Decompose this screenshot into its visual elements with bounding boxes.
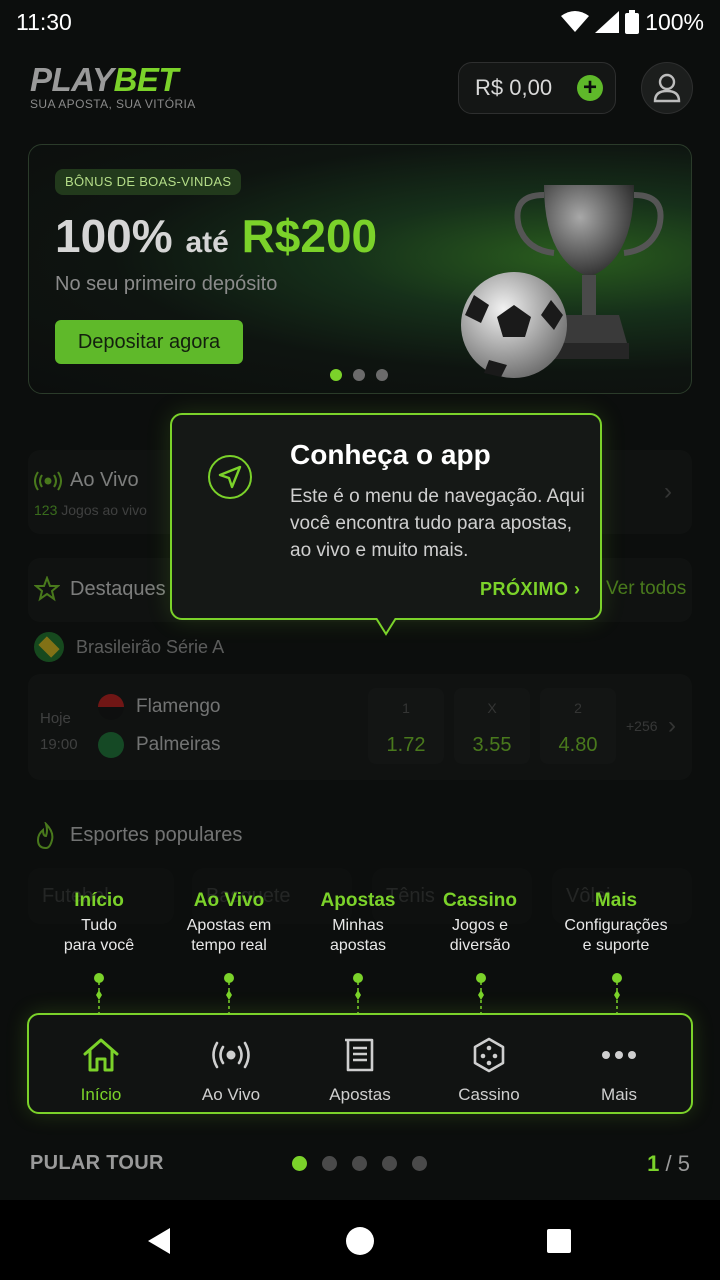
banner-subtitle: No seu primeiro depósito — [55, 273, 278, 295]
team-away: Palmeiras — [98, 732, 220, 758]
nav-explainer-cassino: Cassino Jogos e diversão — [443, 890, 517, 954]
more-dots-icon — [602, 1051, 636, 1059]
see-all-link[interactable]: Ver todos — [606, 578, 686, 600]
odd-button-home[interactable]: 1 1.72 — [368, 688, 444, 764]
recents-icon[interactable] — [546, 1228, 572, 1254]
bonus-tag: BÔNUS DE BOAS-VINDAS — [55, 169, 242, 195]
nav-explainer-mais: Mais Configurações e suporte — [564, 890, 668, 954]
star-icon — [34, 576, 60, 602]
balance-display[interactable]: R$ 0,00 + — [458, 62, 616, 114]
app-header: PLAYBET SUA APOSTA, SUA VITÓRIA R$ 0,00 … — [0, 58, 720, 118]
tour-dot — [352, 1156, 367, 1171]
league-name: Brasileirão Série A — [76, 636, 225, 657]
brazil-flag-icon — [34, 632, 64, 662]
next-button[interactable]: PRÓXIMO › — [480, 579, 581, 600]
status-icons: 100% — [561, 9, 704, 36]
bet-slip-icon — [345, 1038, 374, 1072]
odd-button-away[interactable]: 2 4.80 — [540, 688, 616, 764]
banner-dot[interactable] — [376, 369, 388, 381]
bottom-navigation: Início Ao Vivo Apostas Cassino Mais — [27, 1013, 693, 1114]
league-row[interactable]: Brasileirão Série A — [34, 632, 224, 662]
tour-dot — [322, 1156, 337, 1171]
battery-icon — [625, 10, 640, 34]
promo-banner[interactable]: BÔNUS DE BOAS-VINDAS 100% até R$200 No s… — [28, 144, 692, 394]
tooltip-pointer — [375, 618, 397, 636]
wifi-icon — [561, 11, 590, 32]
tooltip-title: Conheça o app — [290, 439, 491, 470]
popular-title: Esportes populares — [70, 824, 243, 846]
live-broadcast-icon — [34, 471, 62, 491]
onboarding-tooltip: Conheça o app Este é o menu de navegação… — [170, 413, 602, 620]
tour-dot — [382, 1156, 397, 1171]
balance-value: R$ 0,00 — [475, 75, 553, 100]
status-bar: 11:30 100% — [0, 0, 720, 44]
tab-mais[interactable]: Mais — [564, 1035, 674, 1105]
status-time: 11:30 — [16, 8, 72, 35]
more-markets[interactable]: +256 — [626, 718, 658, 734]
home-circle-icon[interactable] — [345, 1226, 375, 1256]
trophy-ball-illustration — [461, 185, 664, 378]
navigation-arrow-icon — [208, 455, 252, 499]
home-icon — [83, 1038, 119, 1072]
logo-tagline: SUA APOSTA, SUA VITÓRIA — [30, 97, 196, 111]
banner-dot[interactable] — [353, 369, 365, 381]
tab-inicio[interactable]: Início — [46, 1035, 156, 1105]
palmeiras-crest-icon — [98, 732, 124, 758]
team-home: Flamengo — [98, 694, 221, 720]
app-screen: 11:30 100% PLAYBET SUA APOSTA, SUA VITÓR… — [0, 0, 720, 1200]
banner-dot[interactable] — [330, 369, 342, 381]
add-funds-button[interactable]: + — [577, 75, 603, 101]
playbet-logo[interactable]: PLAYBET SUA APOSTA, SUA VITÓRIA — [30, 63, 196, 111]
match-time: Hoje 19:00 — [40, 710, 78, 753]
live-count: 123 Jogos ao vivo — [34, 502, 147, 518]
chevron-right-icon: › — [664, 478, 672, 505]
battery-level: 100% — [645, 8, 704, 35]
banner-headline: 100% até R$200 — [55, 210, 378, 262]
nav-explainer-ao-vivo: Ao Vivo Apostas em tempo real — [186, 890, 272, 954]
live-broadcast-icon — [212, 1041, 250, 1069]
featured-title: Destaques — [70, 578, 166, 600]
nav-explainer-inicio: Início Tudo para você — [63, 890, 135, 954]
live-title: Ao Vivo — [70, 469, 139, 491]
tooltip-body: Este é o menu de navegação. Aqui você en… — [290, 486, 585, 561]
popular-sports-section: Esportes populares — [28, 806, 692, 866]
tour-step-counter: 1 / 5 — [647, 1151, 690, 1176]
tour-footer: PULAR TOUR 1 / 5 — [0, 1140, 720, 1188]
tab-ao-vivo[interactable]: Ao Vivo — [176, 1035, 286, 1105]
tour-dot — [292, 1156, 307, 1171]
signal-icon — [595, 11, 620, 33]
system-navigation-bar — [0, 1200, 720, 1280]
skip-tour-button[interactable]: PULAR TOUR — [30, 1152, 164, 1175]
match-card[interactable]: Hoje 19:00 Flamengo Palmeiras 1 1.72 X 3.55… — [28, 674, 692, 780]
user-icon — [653, 73, 681, 103]
flame-icon — [36, 822, 54, 850]
tab-apostas[interactable]: Apostas — [305, 1035, 415, 1105]
tour-progress-dots — [292, 1156, 427, 1171]
banner-pagination[interactable] — [330, 369, 388, 381]
odd-button-draw[interactable]: X 3.55 — [454, 688, 530, 764]
tour-dot — [412, 1156, 427, 1171]
flamengo-crest-icon — [98, 694, 124, 720]
back-icon[interactable] — [146, 1226, 172, 1256]
dice-icon — [473, 1037, 505, 1073]
deposit-now-button[interactable]: Depositar agora — [55, 320, 243, 364]
chevron-right-icon: › — [668, 712, 676, 739]
nav-explainer-apostas: Apostas Minhas apostas — [320, 890, 396, 954]
tab-cassino[interactable]: Cassino — [434, 1035, 544, 1105]
profile-button[interactable] — [641, 62, 693, 114]
